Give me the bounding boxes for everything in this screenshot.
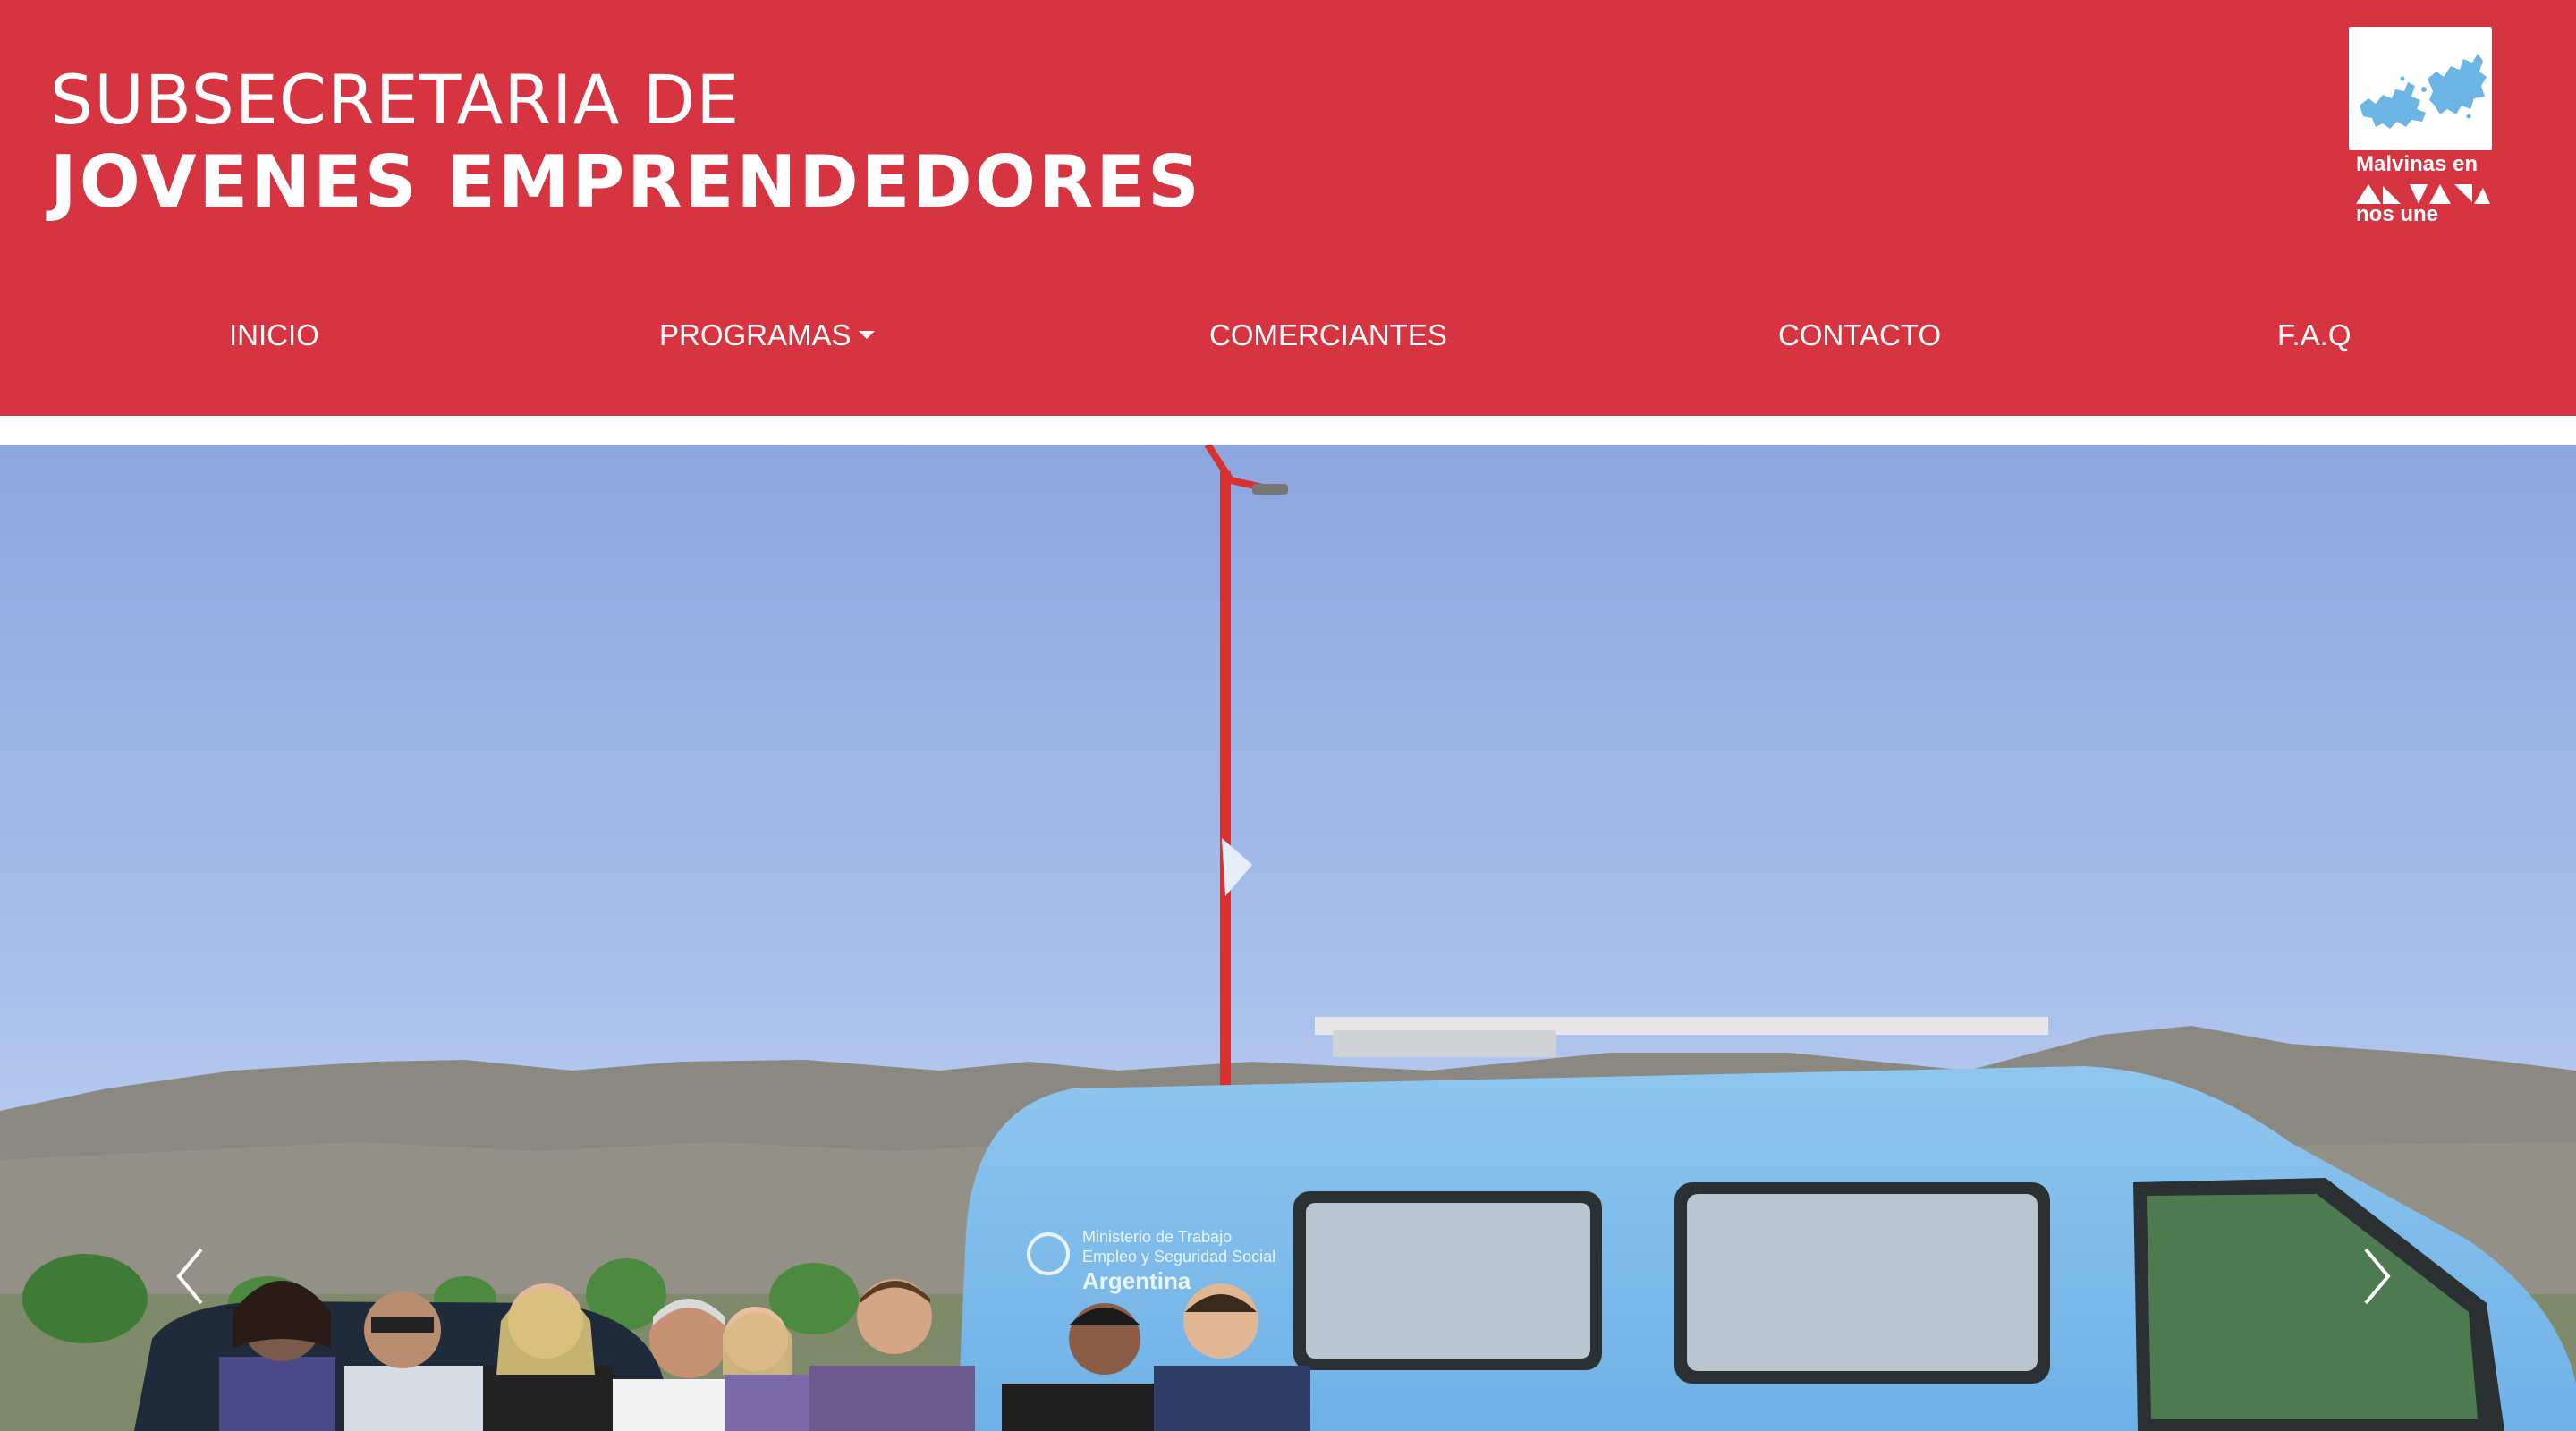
carousel-prev-button[interactable] xyxy=(161,1232,215,1321)
site-header: SUBSECRETARIA DE JOVENES EMPRENDEDORES M… xyxy=(0,0,2576,416)
malvinas-logo[interactable]: Malvinas en nos une xyxy=(2349,27,2492,228)
site-title-line1: SUBSECRETARIA DE xyxy=(50,60,741,140)
nav-item-comerciantes[interactable]: COMERCIANTES xyxy=(1209,309,1447,362)
site-title[interactable]: SUBSECRETARIA DE JOVENES EMPRENDEDORES xyxy=(50,61,1202,225)
logo-text-line2: nos une xyxy=(2356,202,2439,226)
svg-text:Empleo y Seguridad Social: Empleo y Seguridad Social xyxy=(1082,1248,1275,1266)
carousel-slide-image: Ministerio de Trabajo Empleo y Seguridad… xyxy=(0,445,2576,1431)
hero-carousel: Ministerio de Trabajo Empleo y Seguridad… xyxy=(0,445,2576,1431)
chevron-left-icon xyxy=(176,1248,203,1305)
logo-text-line1: Malvinas en xyxy=(2356,152,2479,176)
nav-item-faq[interactable]: F.A.Q xyxy=(2277,309,2351,362)
nav-item-programas-label: PROGRAMAS xyxy=(659,318,852,351)
caret-down-icon xyxy=(858,330,875,339)
svg-text:Ministerio de Trabajo: Ministerio de Trabajo xyxy=(1082,1228,1232,1246)
malvinas-islands-map-icon xyxy=(2349,27,2492,150)
carousel-next-button[interactable] xyxy=(2352,1232,2406,1321)
svg-text:Argentina: Argentina xyxy=(1082,1267,1191,1294)
nav-item-inicio[interactable]: INICIO xyxy=(229,309,319,362)
nav-item-programas[interactable]: PROGRAMAS xyxy=(659,309,875,362)
nav-item-contacto[interactable]: CONTACTO xyxy=(1778,309,1941,362)
chevron-right-icon xyxy=(2364,1248,2391,1305)
site-title-line2: JOVENES EMPRENDEDORES xyxy=(50,140,1202,224)
main-nav: INICIO PROGRAMAS COMERCIANTES CONTACTO F… xyxy=(0,309,2576,362)
